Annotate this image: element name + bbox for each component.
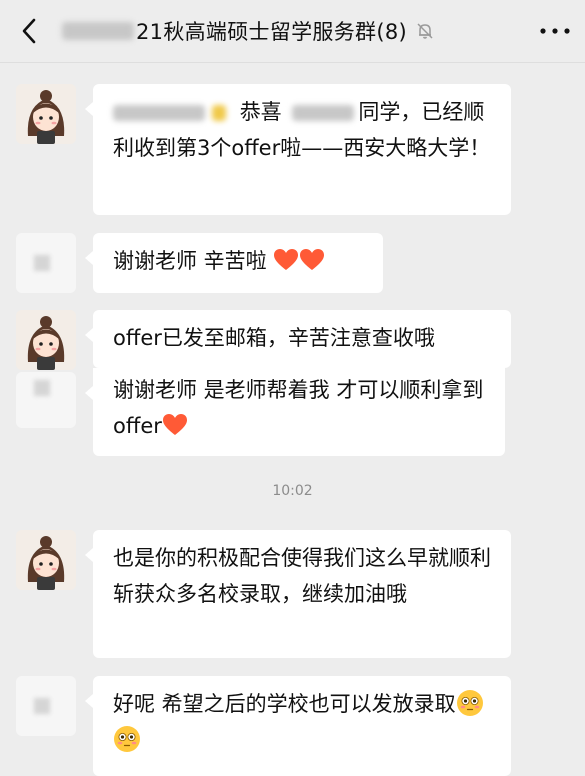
teacher-avatar[interactable]: [16, 530, 76, 590]
more-button[interactable]: [535, 18, 575, 44]
chat-title-text: 21秋高端硕士留学服务群(8): [136, 20, 407, 44]
message-text: 谢谢老师 辛苦啦: [113, 249, 267, 273]
redacted-name: [113, 105, 205, 121]
redacted-name: [292, 105, 355, 121]
message-bubble[interactable]: 也是你的积极配合使得我们这么早就顺利斩获众多名校录取，继续加油哦: [85, 530, 511, 658]
more-dots-icon: [540, 28, 570, 34]
student-avatar[interactable]: [16, 676, 76, 736]
heart-emoji-icon: [274, 249, 299, 270]
teacher-avatar[interactable]: [16, 84, 76, 144]
cartoon-girl-icon: [16, 84, 76, 144]
redacted-badge: [211, 105, 226, 121]
chevron-left-icon: [22, 18, 36, 44]
bell-off-icon: [415, 21, 435, 41]
student-avatar[interactable]: [16, 233, 76, 293]
message-bubble[interactable]: 谢谢老师 是老师帮着我 才可以顺利拿到offer: [85, 368, 505, 456]
back-button[interactable]: [14, 14, 44, 48]
redacted-name: [62, 22, 134, 40]
flushed-face-emoji-icon: [114, 726, 140, 752]
student-avatar[interactable]: [16, 372, 76, 428]
message-text: 恭喜: [239, 100, 282, 124]
chat-title[interactable]: 21秋高端硕士留学服务群(8): [62, 16, 435, 46]
message-text: 也是你的积极配合使得我们这么早就顺利斩获众多名校录取，继续加油哦: [113, 546, 491, 606]
heart-emoji-icon: [300, 249, 325, 270]
flushed-face-emoji-icon: [456, 690, 483, 716]
cartoon-girl-icon: [16, 310, 76, 370]
teacher-avatar[interactable]: [16, 310, 76, 370]
message-bubble[interactable]: 谢谢老师 辛苦啦: [85, 233, 383, 293]
heart-emoji-icon: [162, 414, 187, 435]
message-bubble[interactable]: offer已发至邮箱，辛苦注意查收哦: [85, 310, 511, 368]
cartoon-girl-icon: [16, 530, 76, 590]
message-bubble[interactable]: 恭喜 同学，已经顺利收到第3个offer啦——西安大略大学！: [85, 84, 511, 215]
message-bubble[interactable]: 好呢 希望之后的学校也可以发放录取: [85, 676, 511, 776]
message-text: 好呢 希望之后的学校也可以发放录取: [113, 692, 456, 716]
chat-header: 21秋高端硕士留学服务群(8): [0, 0, 585, 63]
message-timestamp: 10:02: [272, 483, 313, 499]
message-text: offer已发至邮箱，辛苦注意查收哦: [113, 326, 435, 350]
